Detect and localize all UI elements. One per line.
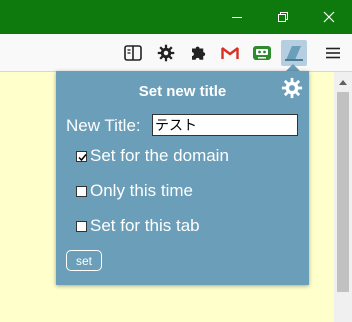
once-option-label: Only this time — [90, 181, 193, 200]
minimize-icon — [232, 17, 242, 18]
tab-checkbox[interactable] — [76, 220, 87, 232]
domain-checkbox[interactable] — [76, 150, 87, 162]
window-titlebar — [0, 0, 352, 34]
restore-button[interactable] — [260, 0, 306, 34]
title-extension-button[interactable] — [281, 40, 307, 66]
new-title-label: New Title: — [66, 116, 141, 135]
title-popup: Set new title New Title: Set for the dom… — [56, 71, 309, 285]
domain-option-label: Set for the domain — [90, 146, 229, 165]
checkmark-icon — [78, 153, 87, 161]
reader-view-button[interactable] — [120, 40, 146, 66]
new-title-input[interactable] — [152, 114, 298, 136]
gmail-icon — [221, 47, 239, 59]
robot-icon — [253, 46, 271, 60]
once-checkbox[interactable] — [76, 185, 87, 197]
close-icon — [323, 11, 335, 23]
gear-icon — [157, 44, 175, 62]
gmail-button[interactable] — [217, 40, 243, 66]
scroll-up-button[interactable] — [334, 74, 352, 90]
menu-icon — [326, 47, 340, 59]
menu-button[interactable] — [320, 40, 346, 66]
set-button[interactable]: set — [66, 250, 102, 271]
restore-icon — [278, 12, 288, 22]
robot-extension-button[interactable] — [249, 40, 275, 66]
option-once[interactable]: Only this time — [76, 181, 193, 201]
option-tab[interactable]: Set for this tab — [76, 216, 200, 236]
gear-icon[interactable] — [281, 77, 303, 99]
tab-option-label: Set for this tab — [90, 216, 200, 235]
extensions-button[interactable] — [185, 40, 211, 66]
title-extension-icon — [285, 46, 303, 61]
popup-heading: Set new title — [138, 83, 227, 100]
minimize-button[interactable] — [214, 0, 260, 34]
vertical-scrollbar[interactable] — [334, 72, 352, 322]
chevron-up-icon — [339, 79, 347, 85]
scroll-thumb[interactable] — [337, 92, 349, 292]
settings-button[interactable] — [153, 40, 179, 66]
close-button[interactable] — [306, 0, 352, 34]
option-domain[interactable]: Set for the domain — [76, 146, 229, 166]
puzzle-icon — [192, 46, 206, 60]
reader-icon — [124, 45, 142, 61]
